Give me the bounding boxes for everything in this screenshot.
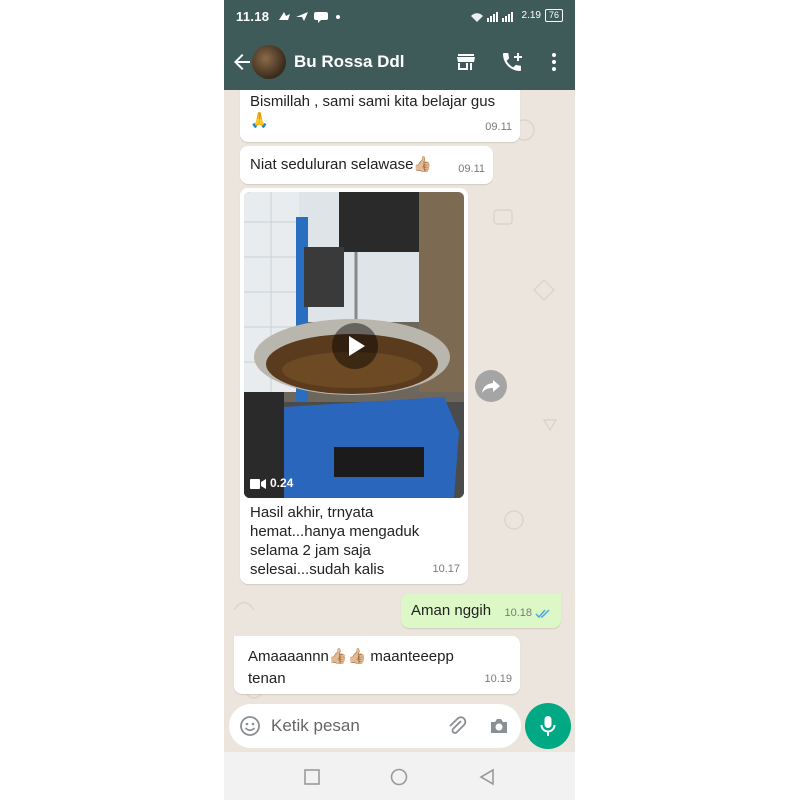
battery-indicator: 76 (544, 9, 563, 22)
message-text: Niat seduluran selawase👍🏼 (250, 156, 433, 173)
status-bar: 11.18 2.19 76 (224, 0, 575, 34)
attach-icon[interactable] (446, 715, 468, 737)
message-text: Bismillah , sami sami kita belajar gus 🙏 (250, 93, 496, 129)
message-bubble-incoming[interactable]: Niat seduluran selawase👍🏼 09.11 (240, 146, 493, 184)
nav-circle-icon[interactable] (390, 768, 408, 786)
message-bubble-incoming[interactable]: Bismillah , sami sami kita belajar gus 🙏… (240, 90, 520, 142)
chat-header: Bu Rossa Ddl (224, 34, 575, 90)
video-thumbnail[interactable]: 0.24 (244, 192, 464, 498)
share-icon[interactable] (475, 370, 507, 402)
status-right: 2.19 76 (470, 9, 563, 22)
more-vert-icon[interactable] (542, 50, 566, 74)
message-input[interactable]: Ketik pesan (271, 716, 360, 736)
play-icon[interactable] (332, 323, 378, 369)
message-text: Amaaaannn👍🏼👍🏼 maanteeepp tenan (248, 648, 454, 687)
video-camera-icon (250, 478, 266, 489)
notification-icon-group (279, 12, 340, 23)
contact-name[interactable]: Bu Rossa Ddl (294, 52, 405, 72)
message-time: 10.18 (504, 604, 551, 623)
nav-triangle-icon[interactable] (479, 768, 495, 786)
nav-square-icon[interactable] (304, 769, 320, 785)
chat-area[interactable]: Bismillah , sami sami kita belajar gus 🙏… (224, 90, 575, 702)
read-tick-icon (535, 608, 550, 618)
video-message-bubble[interactable]: 0.24 Hasil akhir, trnyata hemat...hanya … (240, 188, 468, 584)
phone-screen: 11.18 2.19 76 Bu Rossa Ddl Bismillah , s… (224, 0, 575, 800)
message-time: 10.17 (432, 563, 460, 575)
video-caption: Hasil akhir, trnyata hemat...hanya menga… (250, 504, 420, 578)
message-time: 09.11 (458, 163, 485, 175)
message-bubble-outgoing[interactable]: Aman nggih 10.18 (401, 594, 561, 628)
message-bubble-incoming[interactable]: Amaaaannn👍🏼👍🏼 maanteeepp tenan 10.19 (234, 636, 520, 694)
notification-icons (276, 8, 346, 27)
back-arrow-icon[interactable] (230, 50, 254, 74)
message-time: 09.11 (485, 121, 512, 133)
video-duration: 0.24 (250, 474, 293, 493)
emoji-icon[interactable] (239, 715, 261, 737)
message-text: Aman nggih (411, 602, 492, 619)
add-call-icon[interactable] (500, 50, 524, 74)
android-nav-bar (224, 752, 575, 800)
status-time: 11.18 (236, 9, 270, 24)
camera-icon[interactable] (488, 715, 510, 737)
shop-icon[interactable] (454, 50, 478, 74)
mic-button[interactable] (525, 703, 571, 749)
message-time: 10.19 (484, 673, 512, 685)
message-time-text: 10.18 (504, 607, 532, 619)
mic-icon (540, 716, 556, 736)
message-composer[interactable]: Ketik pesan (229, 704, 521, 748)
signal-icon (470, 11, 513, 22)
network-speed: 2.19 (521, 10, 541, 21)
avatar[interactable] (252, 45, 286, 79)
video-duration-text: 0.24 (270, 476, 294, 490)
